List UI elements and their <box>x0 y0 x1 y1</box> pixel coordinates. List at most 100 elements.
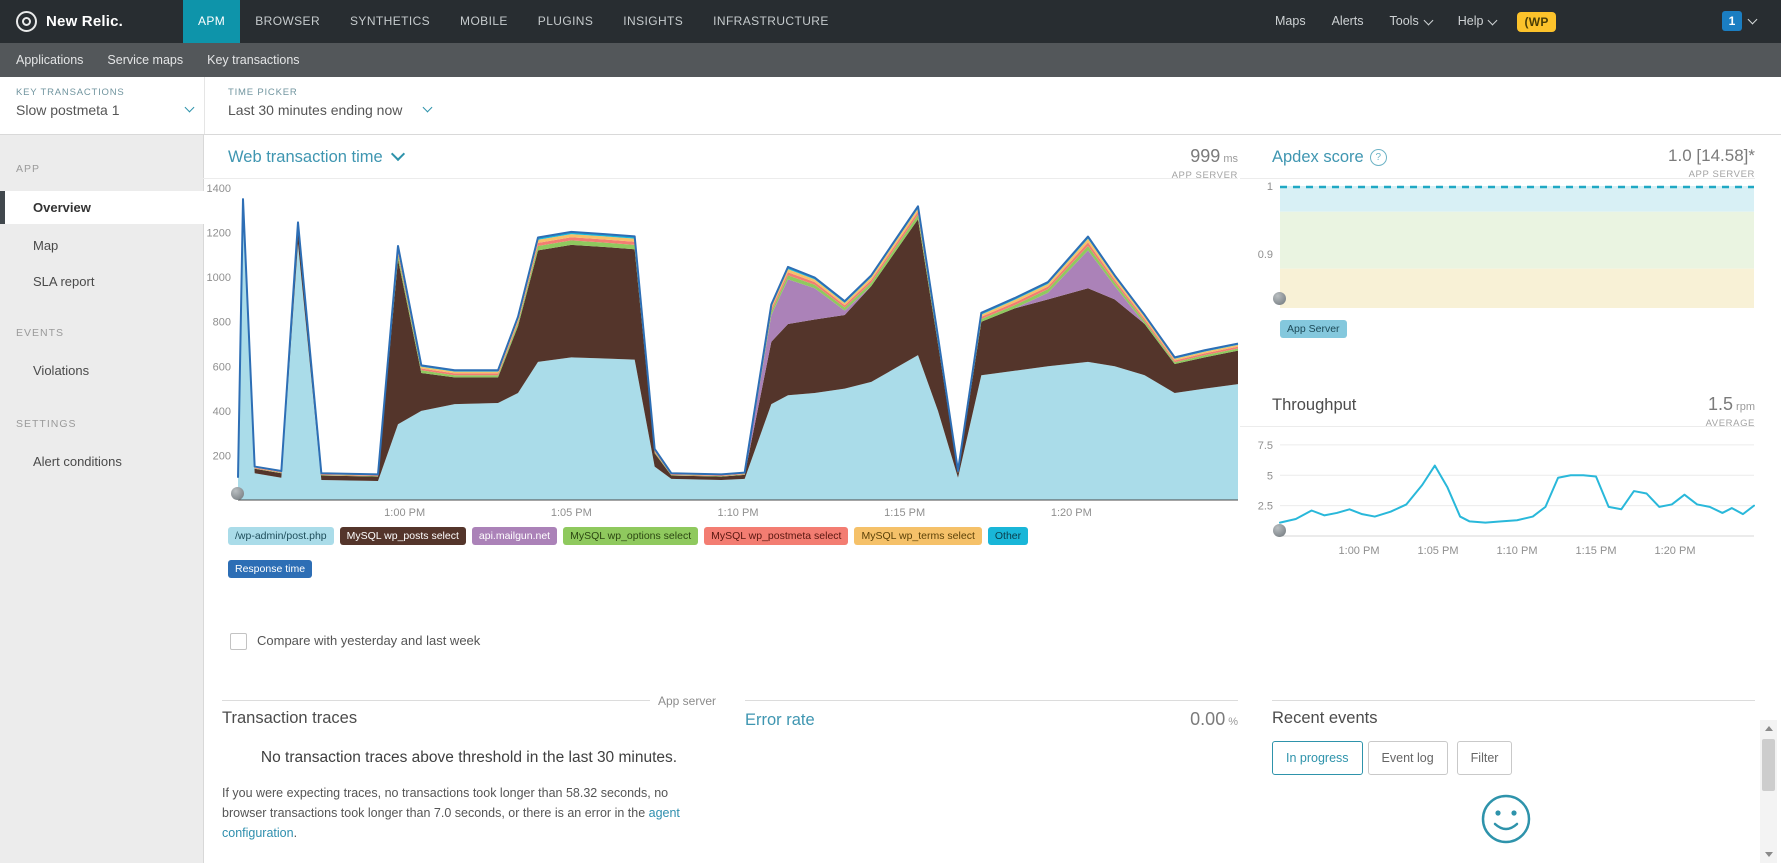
svg-text:1000: 1000 <box>207 272 231 284</box>
svg-text:600: 600 <box>213 361 231 373</box>
scrollbar-track[interactable] <box>1760 720 1777 863</box>
sidebar-item-map[interactable]: Map <box>33 238 58 253</box>
compare-label: Compare with yesterday and last week <box>257 633 480 648</box>
legend-badge[interactable]: Response time <box>228 560 312 578</box>
nav-tab-mobile[interactable]: MOBILE <box>445 0 523 43</box>
scroll-down-button[interactable] <box>1760 846 1777 863</box>
nav-tab-browser[interactable]: BROWSER <box>240 0 335 43</box>
detail-end: . <box>294 826 297 840</box>
transaction-traces-message: No transaction traces above threshold in… <box>222 742 716 775</box>
chart-drag-handle[interactable] <box>231 487 244 500</box>
chart-drag-handle[interactable] <box>1273 292 1286 305</box>
transaction-traces-section: App server Transaction traces No transac… <box>222 700 716 843</box>
apdex-metric: 1.0 [14.58]* APP SERVER <box>1555 146 1755 180</box>
svg-text:1:20 PM: 1:20 PM <box>1051 507 1092 519</box>
chart-drag-handle[interactable] <box>1273 524 1286 537</box>
time-picker[interactable]: TIME PICKER Last 30 minutes ending now <box>228 87 402 118</box>
key-transactions-picker[interactable]: KEY TRANSACTIONS Slow postmeta 1 <box>16 87 125 118</box>
new-relic-logo-icon <box>16 11 37 32</box>
error-rate-title[interactable]: Error rate <box>745 711 815 730</box>
svg-text:1:10 PM: 1:10 PM <box>718 507 759 519</box>
chevron-down-icon[interactable] <box>423 103 433 113</box>
header-row: KEY TRANSACTIONS Slow postmeta 1 TIME PI… <box>0 77 1781 135</box>
error-rate-value: 0.00 <box>1190 709 1225 729</box>
subnav-item-key-transactions[interactable]: Key transactions <box>195 53 311 67</box>
legend-badge[interactable]: Other <box>988 527 1028 545</box>
web-transaction-title[interactable]: Web transaction time <box>228 148 403 167</box>
filter-button[interactable]: Filter <box>1457 741 1513 775</box>
notification-badge[interactable]: 1 <box>1722 11 1742 31</box>
throughput-value: 1.5 <box>1708 394 1733 414</box>
sidebar-item-sla-report[interactable]: SLA report <box>33 274 94 289</box>
subnav-item-applications[interactable]: Applications <box>4 53 95 67</box>
error-rate-unit: % <box>1228 716 1238 728</box>
help-icon[interactable] <box>1370 149 1387 166</box>
apdex-title-label: Apdex score <box>1272 148 1364 166</box>
tools-menu[interactable]: Tools <box>1377 0 1445 43</box>
brand-text: New Relic. <box>46 13 123 30</box>
svg-text:1:00 PM: 1:00 PM <box>384 507 425 519</box>
scroll-up-button[interactable] <box>1760 720 1777 737</box>
divider <box>1240 426 1755 427</box>
svg-text:1400: 1400 <box>207 183 231 195</box>
svg-text:1:00 PM: 1:00 PM <box>1339 545 1380 557</box>
sidebar-item-violations[interactable]: Violations <box>33 363 89 378</box>
picker-value: Last 30 minutes ending now <box>228 102 402 118</box>
transaction-traces-detail: If you were expecting traces, no transac… <box>222 783 716 843</box>
legend-badge[interactable]: MySQL wp_terms select <box>854 527 981 545</box>
sidebar-section-settings: SETTINGS <box>16 418 77 430</box>
web-transaction-legend-row1: /wp-admin/post.php MySQL wp_posts select a… <box>228 527 1028 545</box>
nav-tab-synthetics[interactable]: SYNTHETICS <box>335 0 445 43</box>
sub-nav: Applications Service maps Key transactio… <box>0 43 1781 77</box>
alerts-link[interactable]: Alerts <box>1319 0 1377 43</box>
svg-text:7.5: 7.5 <box>1258 440 1273 452</box>
detail-text: If you were expecting traces, no transac… <box>222 786 668 820</box>
legend-badge[interactable]: api.mailgun.net <box>472 527 557 545</box>
divider <box>1240 178 1755 179</box>
svg-text:1:15 PM: 1:15 PM <box>884 507 925 519</box>
web-transaction-chart[interactable]: 2004006008001000120014001:00 PM1:05 PM1:… <box>198 182 1243 522</box>
picker-label: KEY TRANSACTIONS <box>16 87 125 98</box>
chevron-down-icon[interactable] <box>185 103 195 113</box>
legend-badge[interactable]: App Server <box>1280 320 1347 338</box>
sidebar-item-overview[interactable]: Overview <box>0 191 204 224</box>
throughput-chart[interactable]: 2.557.51:00 PM1:05 PM1:10 PM1:15 PM1:20 … <box>1240 430 1755 560</box>
brand[interactable]: New Relic. <box>16 0 123 43</box>
help-menu[interactable]: Help <box>1445 0 1510 43</box>
legend-badge[interactable]: MySQL wp_posts select <box>340 527 466 545</box>
svg-text:2.5: 2.5 <box>1258 501 1273 513</box>
apdex-legend: App Server <box>1280 320 1347 338</box>
event-log-button[interactable]: Event log <box>1368 741 1448 775</box>
apdex-title[interactable]: Apdex score <box>1272 148 1387 167</box>
transaction-traces-scope: App server <box>650 694 716 708</box>
nav-tab-apm[interactable]: APM <box>183 0 240 43</box>
error-rate-section: Error rate 0.00% <box>745 700 1238 730</box>
recent-events-buttons: In progress Event log Filter <box>1272 741 1755 775</box>
throughput-scope: AVERAGE <box>1555 418 1755 429</box>
chevron-down-icon <box>1748 15 1758 25</box>
apdex-value: 1.0 [14.58]* <box>1668 146 1755 165</box>
nav-tab-insights[interactable]: INSIGHTS <box>608 0 698 43</box>
chevron-down-icon <box>1488 15 1498 25</box>
svg-text:400: 400 <box>213 406 231 418</box>
wp-status-badge[interactable]: (WP <box>1517 12 1555 32</box>
apdex-chart[interactable]: 10.9 <box>1240 182 1755 310</box>
subnav-item-service-maps[interactable]: Service maps <box>95 53 195 67</box>
svg-text:1200: 1200 <box>207 228 231 240</box>
legend-badge[interactable]: MySQL wp_options select <box>563 527 698 545</box>
divider <box>204 77 205 134</box>
legend-badge[interactable]: /wp-admin/post.php <box>228 527 334 545</box>
picker-label: TIME PICKER <box>228 87 402 98</box>
scroll-thumb[interactable] <box>1762 739 1775 791</box>
svg-text:1:05 PM: 1:05 PM <box>1418 545 1459 557</box>
maps-link[interactable]: Maps <box>1262 0 1319 43</box>
legend-badge[interactable]: MySQL wp_postmeta select <box>704 527 848 545</box>
in-progress-button[interactable]: In progress <box>1272 741 1363 775</box>
account-menu[interactable]: 1 <box>1722 11 1756 31</box>
nav-tab-plugins[interactable]: PLUGINS <box>523 0 608 43</box>
svg-text:800: 800 <box>213 317 231 329</box>
compare-checkbox[interactable] <box>230 633 247 650</box>
sidebar-item-alert-conditions[interactable]: Alert conditions <box>33 454 122 469</box>
tools-label: Tools <box>1390 0 1419 43</box>
nav-tab-infrastructure[interactable]: INFRASTRUCTURE <box>698 0 844 43</box>
